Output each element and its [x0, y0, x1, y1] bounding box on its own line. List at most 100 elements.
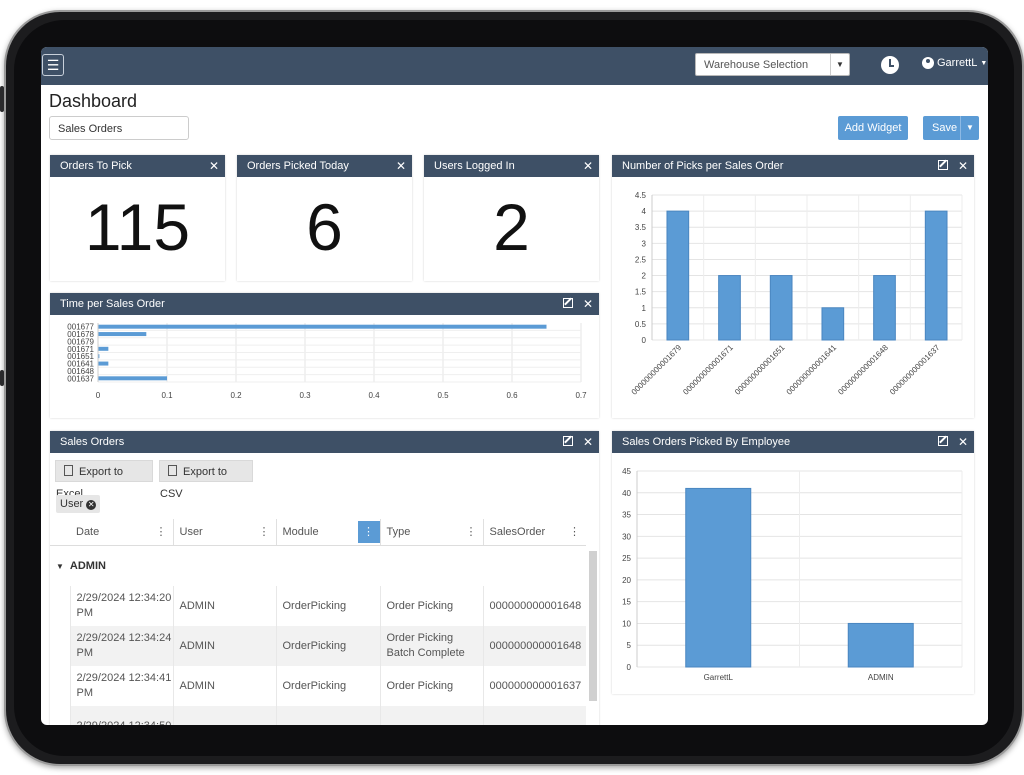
- widget-header: Sales Orders Picked By Employee ✕: [612, 431, 974, 453]
- y-tick-label: 3: [642, 239, 647, 248]
- column-menu-icon[interactable]: ⋮: [357, 521, 380, 543]
- save-button[interactable]: Save ▼: [923, 116, 979, 140]
- warehouse-select[interactable]: Warehouse Selection ▼: [695, 53, 850, 76]
- table-row[interactable]: 2/29/2024 12:34:24 PM ADMIN OrderPicking…: [50, 626, 586, 666]
- group-label: ADMIN: [69, 559, 106, 572]
- widget-header: Orders To Pick ✕: [50, 155, 225, 177]
- group-row[interactable]: ▼ ADMIN: [50, 546, 586, 587]
- export-csv-button[interactable]: Export to CSV: [159, 460, 253, 500]
- close-icon[interactable]: ✕: [209, 155, 219, 177]
- y-tick-label: 30: [622, 532, 631, 541]
- group-indent-cell: [50, 626, 71, 666]
- bar: [98, 376, 167, 381]
- x-tick-label: 000000000001651: [733, 343, 787, 397]
- cell-type: [380, 706, 484, 725]
- widget-title: Number of Picks per Sales Order: [622, 160, 784, 172]
- picks-per-sales-order-widget: Number of Picks per Sales Order ✕ 0 0.5 1 1…: [612, 155, 974, 418]
- stat-value: 2: [493, 190, 530, 264]
- column-menu-icon[interactable]: ⋮: [259, 525, 270, 538]
- csv-file-icon: [168, 465, 177, 476]
- edit-icon[interactable]: [563, 436, 573, 446]
- edit-icon[interactable]: [938, 436, 948, 446]
- stat-widget-users-logged-in: Users Logged In ✕ 2: [424, 155, 599, 281]
- cell-user: ADMIN: [173, 666, 277, 706]
- vertical-scrollbar[interactable]: [589, 551, 597, 701]
- top-navbar: ☰ Warehouse Selection ▼ GarrettL ▼: [41, 47, 988, 85]
- close-icon[interactable]: ✕: [583, 431, 593, 453]
- clock-icon[interactable]: [881, 56, 899, 74]
- column-header-module[interactable]: Module ⋮: [276, 519, 381, 546]
- cell-salesorder: [483, 706, 586, 725]
- x-tick-label: ADMIN: [868, 673, 894, 682]
- bar: [847, 622, 914, 668]
- column-menu-icon[interactable]: ⋮: [156, 525, 167, 538]
- column-header-type[interactable]: Type ⋮: [380, 519, 484, 546]
- cell-date: 2/29/2024 12:34:50: [70, 706, 174, 725]
- user-icon: [922, 57, 934, 69]
- excel-file-icon: [64, 465, 73, 476]
- save-label: Save: [932, 122, 958, 134]
- caret-down-icon: ▼: [830, 54, 849, 75]
- edit-icon[interactable]: [938, 160, 948, 170]
- column-header-label: Type: [386, 526, 411, 538]
- x-tick-label: 0.7: [575, 391, 587, 400]
- cell-salesorder: 000000000001648: [483, 626, 586, 666]
- group-indent-cell: [50, 586, 71, 626]
- widget-header: Sales Orders ✕: [50, 431, 599, 453]
- bar: [98, 346, 109, 351]
- group-by-chip[interactable]: User ✕: [56, 495, 101, 513]
- caret-down-icon[interactable]: ▼: [960, 116, 979, 140]
- warehouse-select-value: Warehouse Selection: [704, 59, 809, 71]
- cell-salesorder: 000000000001637: [489, 679, 582, 692]
- bar: [98, 332, 147, 337]
- y-tick-label: 1.5: [635, 288, 647, 297]
- column-header-user[interactable]: User ⋮: [173, 519, 277, 546]
- cell-user: ADMIN: [173, 626, 277, 666]
- close-icon[interactable]: ✕: [958, 431, 968, 453]
- widget-title: Orders Picked Today: [247, 160, 349, 172]
- dashboard-select[interactable]: Sales Orders: [49, 116, 189, 140]
- y-tick-label: 25: [622, 554, 631, 563]
- collapse-icon[interactable]: ▼: [56, 562, 64, 571]
- stat-widget-orders-picked-today: Orders Picked Today ✕ 6: [237, 155, 412, 281]
- x-tick-label: 000000000001671: [681, 343, 735, 397]
- table-row[interactable]: 2/29/2024 12:34:20 PM ADMIN OrderPicking…: [50, 586, 586, 626]
- y-tick-label: 35: [622, 511, 631, 520]
- y-tick-label: 20: [622, 576, 631, 585]
- close-icon[interactable]: ✕: [958, 155, 968, 177]
- y-tick-label: 15: [622, 598, 631, 607]
- column-header-salesorder[interactable]: SalesOrder ⋮: [483, 519, 586, 546]
- add-widget-button[interactable]: Add Widget: [838, 116, 908, 140]
- close-icon[interactable]: ✕: [396, 155, 406, 177]
- close-icon[interactable]: ✕: [583, 155, 593, 177]
- column-header-label: SalesOrder: [489, 526, 546, 538]
- x-tick-label: 0.2: [230, 391, 242, 400]
- y-tick-label: 0: [642, 336, 647, 345]
- y-tick-label: 0.5: [635, 320, 647, 329]
- bar: [98, 361, 109, 366]
- remove-icon[interactable]: ✕: [86, 500, 97, 510]
- column-menu-icon[interactable]: ⋮: [466, 525, 477, 538]
- group-indent-cell: [50, 666, 71, 706]
- table-row[interactable]: 2/29/2024 12:34:50: [50, 706, 586, 725]
- widget-header: Time per Sales Order ✕: [50, 293, 599, 315]
- export-excel-button[interactable]: Export to Excel: [55, 460, 153, 500]
- widget-title: Sales Orders Picked By Employee: [622, 436, 791, 448]
- widget-title: Orders To Pick: [60, 160, 132, 172]
- x-tick-label: 0.6: [506, 391, 518, 400]
- x-tick-label: 000000000001637: [888, 343, 942, 397]
- bar: [924, 210, 948, 341]
- cell-module: OrderPicking: [276, 586, 381, 626]
- column-header-date[interactable]: Date ⋮: [70, 519, 174, 546]
- caret-down-icon: ▼: [980, 59, 988, 67]
- hamburger-icon[interactable]: ☰: [42, 54, 64, 76]
- y-tick-label: 5: [627, 641, 632, 650]
- close-icon[interactable]: ✕: [583, 293, 593, 315]
- y-tick-label: 4.5: [635, 191, 647, 200]
- column-menu-icon[interactable]: ⋮: [569, 525, 580, 538]
- edit-icon[interactable]: [563, 298, 573, 308]
- table-row[interactable]: 2/29/2024 12:34:41 PM ADMIN OrderPicking…: [50, 666, 586, 706]
- x-tick-label: 0.3: [299, 391, 311, 400]
- user-menu[interactable]: GarrettL ▼: [922, 57, 987, 69]
- cell-user: ADMIN: [173, 586, 277, 626]
